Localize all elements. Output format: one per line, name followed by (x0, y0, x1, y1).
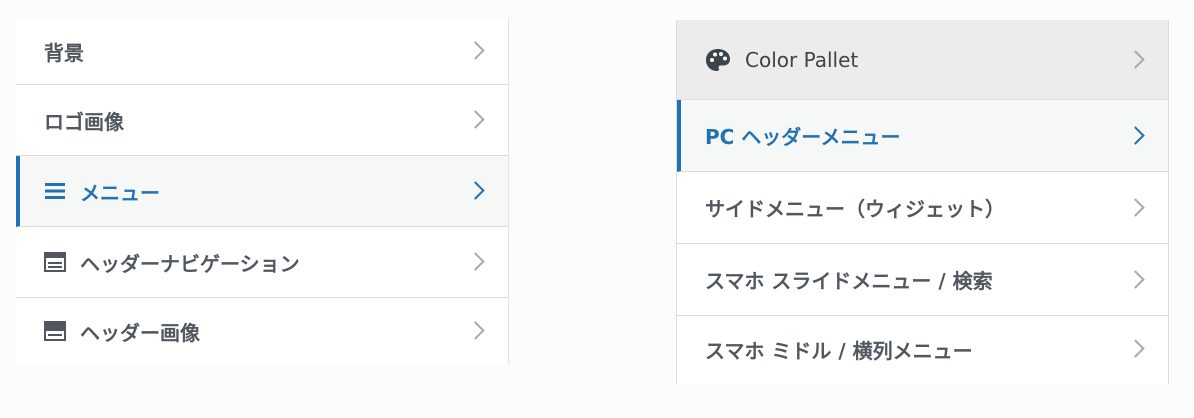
section-menu[interactable]: メニュー (16, 156, 508, 227)
section-side-menu-widget-label: サイドメニュー（ウィジェット） (705, 197, 1005, 221)
chevron-right-icon (466, 41, 485, 60)
section-logo-image[interactable]: ロゴ画像 (16, 85, 508, 156)
customizer-left-panel: 背景 ロゴ画像 メニュー ヘッダーナビゲーション ヘッダー画像 (16, 18, 509, 364)
section-header-image-label: ヘッダー画像 (80, 320, 200, 345)
chevron-right-icon (466, 110, 485, 129)
chevron-right-icon (1126, 197, 1145, 217)
section-background-label: 背景 (44, 40, 84, 65)
section-smartphone-slide-menu-search-label: スマホ スライドメニュー / 検索 (705, 269, 993, 293)
header-layout-icon (44, 252, 66, 272)
section-menu-label: メニュー (80, 180, 160, 205)
section-header-image[interactable]: ヘッダー画像 (16, 298, 508, 364)
section-color-pallet[interactable]: Color Pallet (677, 20, 1168, 100)
section-pc-header-menu-label: PC ヘッダーメニュー (705, 125, 901, 149)
chevron-right-icon (1126, 339, 1145, 358)
header-image-icon (44, 321, 66, 341)
section-header-navigation[interactable]: ヘッダーナビゲーション (16, 227, 508, 298)
section-pc-header-menu[interactable]: PC ヘッダーメニュー (677, 100, 1168, 172)
section-smartphone-slide-menu-search[interactable]: スマホ スライドメニュー / 検索 (677, 244, 1168, 316)
section-header-navigation-label: ヘッダーナビゲーション (80, 251, 300, 276)
chevron-right-icon (466, 252, 485, 271)
section-smartphone-middle-row-menu[interactable]: スマホ ミドル / 横列メニュー (677, 316, 1168, 382)
section-smartphone-middle-row-menu-label: スマホ ミドル / 横列メニュー (705, 338, 973, 363)
chevron-right-icon (1126, 125, 1145, 145)
section-background[interactable]: 背景 (16, 18, 508, 85)
chevron-right-icon (466, 181, 485, 200)
chevron-right-icon (466, 321, 485, 340)
palette-icon (705, 48, 731, 72)
chevron-right-icon (1126, 49, 1145, 69)
menu-icon (44, 182, 66, 200)
section-side-menu-widget[interactable]: サイドメニュー（ウィジェット） (677, 172, 1168, 244)
chevron-right-icon (1126, 269, 1145, 289)
section-logo-image-label: ロゴ画像 (44, 109, 124, 134)
section-color-pallet-label: Color Pallet (745, 47, 859, 72)
customizer-right-panel: Color Pallet PC ヘッダーメニュー サイドメニュー（ウィジェット）… (676, 20, 1169, 384)
